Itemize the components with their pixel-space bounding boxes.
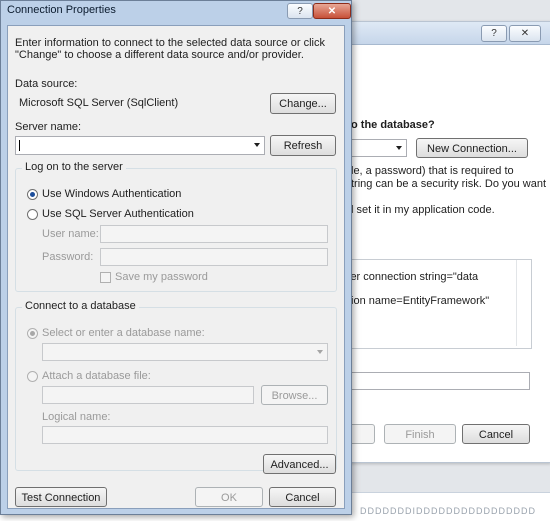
data-source-label: Data source: [15,78,78,90]
connect-db-group-title: Connect to a database [22,300,139,312]
ide-bottom-text: DDDDDDDIDDDDDDDDDDDDDDDD [360,506,536,516]
wizard-titlebar: ? ✕ [349,22,550,45]
wizard-option-text: l set it in my application code. [351,204,495,216]
logon-group: Log on to the server Use Windows Authent… [15,161,337,292]
sql-auth-radio[interactable] [27,209,38,220]
wizard-close-button[interactable]: ✕ [509,25,541,42]
dialog-help-button[interactable]: ? [287,3,313,19]
wizard-desc-line2: tring can be a security risk. Do you wan… [351,178,547,190]
wizard-question: o the database? [351,119,435,131]
connection-name-field[interactable] [347,372,530,390]
server-name-combobox[interactable] [15,136,265,155]
conn-string-scrollbar[interactable] [516,260,531,346]
finish-button[interactable]: Finish [384,424,456,444]
wizard-help-button[interactable]: ? [481,25,507,42]
connection-properties-dialog: Connection Properties ? ✕ Enter informat… [0,0,352,515]
chevron-down-icon[interactable] [254,143,260,147]
attach-file-radio[interactable] [27,371,38,382]
dialog-title: Connection Properties [7,4,116,16]
text-caret [19,140,20,151]
password-field[interactable] [100,248,328,266]
user-name-field[interactable] [100,225,328,243]
connection-dropdown[interactable] [347,139,407,157]
dialog-close-button[interactable]: ✕ [313,3,351,19]
entity-wizard-window: ? ✕ o the database? New Connection... le… [347,21,550,463]
advanced-button[interactable]: Advanced... [263,454,336,474]
cancel-button[interactable]: Cancel [269,487,336,507]
dialog-intro-text: Enter information to connect to the sele… [15,37,325,61]
database-name-combobox[interactable] [42,343,328,361]
logon-group-title: Log on to the server [22,161,126,173]
logical-name-label: Logical name: [42,411,111,423]
refresh-button[interactable]: Refresh [270,135,336,156]
change-button[interactable]: Change... [270,93,336,114]
data-source-value: Microsoft SQL Server (SqlClient) [16,94,269,112]
password-label: Password: [42,251,94,263]
server-name-label: Server name: [15,121,82,133]
ok-button[interactable]: OK [195,487,263,507]
save-password-checkbox[interactable] [100,272,111,283]
windows-auth-radio[interactable] [27,189,38,200]
test-connection-button[interactable]: Test Connection [15,487,107,507]
select-db-label: Select or enter a database name: [42,327,205,339]
sql-auth-label[interactable]: Use SQL Server Authentication [42,208,194,220]
select-db-radio[interactable] [27,328,38,339]
conn-string-line2: tion name=EntityFramework" [348,295,490,307]
attach-file-label: Attach a database file: [42,370,151,382]
wizard-cancel-button[interactable]: Cancel [462,424,530,444]
new-connection-button[interactable]: New Connection... [416,138,528,158]
database-file-field[interactable] [42,386,254,404]
conn-string-line1: ler connection string="data [348,271,479,283]
connection-string-box: ler connection string="data tion name=En… [347,259,532,349]
windows-auth-label[interactable]: Use Windows Authentication [42,188,181,200]
save-password-label: Save my password [115,271,208,283]
browse-button[interactable]: Browse... [261,385,328,405]
user-name-label: User name: [42,228,99,240]
logical-name-field[interactable] [42,426,328,444]
chevron-down-icon[interactable] [317,350,323,354]
dialog-client-area: Enter information to connect to the sele… [7,25,345,509]
wizard-desc-line1: le, a password) that is required to [351,165,514,177]
connect-db-group: Connect to a database Select or enter a … [15,300,337,471]
